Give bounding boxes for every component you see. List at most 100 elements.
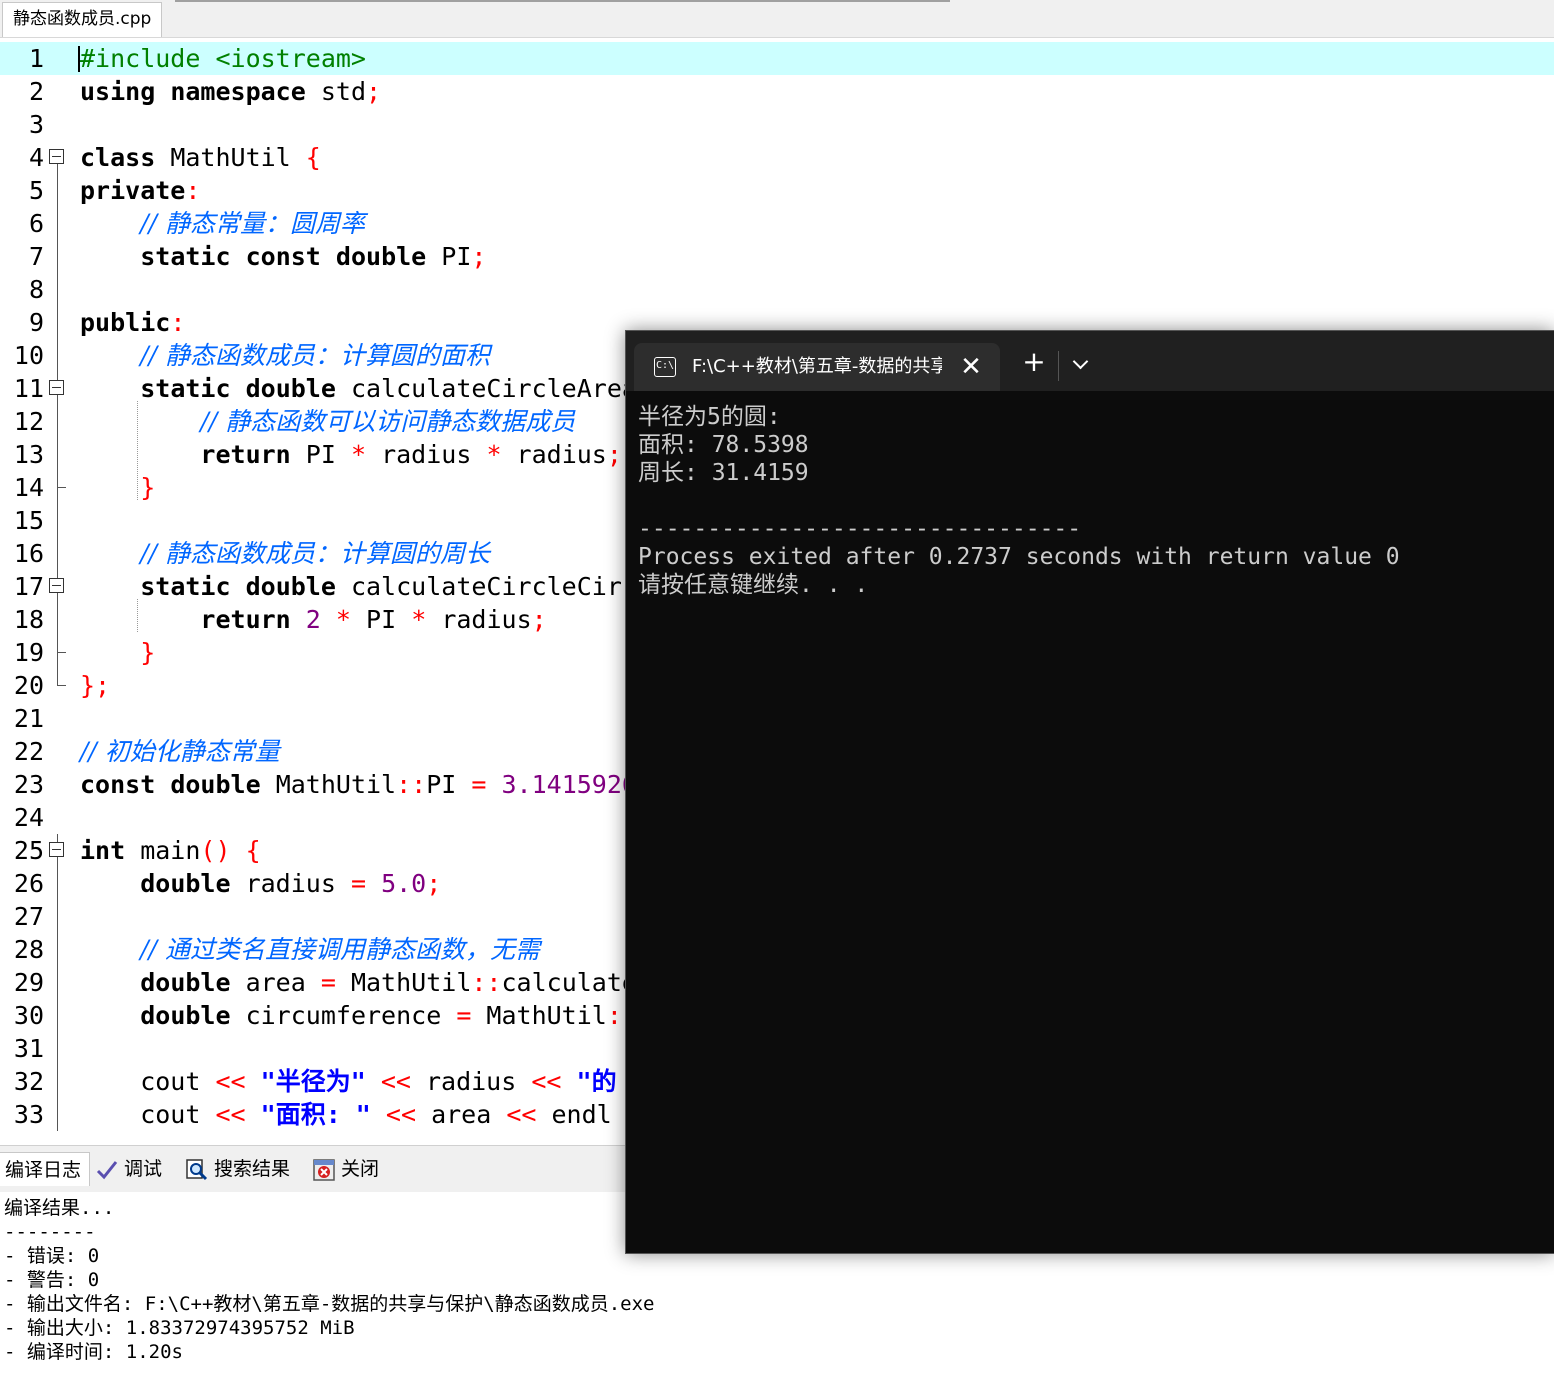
code-token: const [80,770,156,799]
code-token: 5.0 [381,869,427,898]
code-token: << [531,1067,562,1096]
code-token: :: [471,968,502,997]
fold-gutter [48,108,68,141]
code-token: MathUtil [335,968,472,997]
code-token: return [200,605,291,634]
file-tab[interactable]: 静态函数成员.cpp [2,2,163,37]
tab-search-results[interactable]: 搜索结果 [178,1152,298,1186]
line-number: 16 [13,539,44,568]
code-token: using [80,77,156,106]
fold-gutter [48,834,68,867]
fold-gutter [48,471,68,504]
chevron-down-icon[interactable] [1064,345,1098,381]
fold-gutter [48,1065,68,1098]
new-tab-button[interactable]: + [1016,345,1052,381]
line-number: 7 [28,242,44,271]
code-text: // 通过类名直接调用静态函数，无需 [80,933,540,966]
code-line[interactable]: 8 [0,273,1554,306]
code-line[interactable]: 1 #include <iostream> [0,42,1554,75]
code-token: double [170,770,261,799]
code-token: const [245,242,321,271]
code-text: cout << "半径为" << radius << "的 [80,1065,616,1098]
fold-gutter [48,801,68,834]
tab-bar-border [175,0,950,2]
code-line[interactable]: 5 private: [0,174,1554,207]
code-token: int [80,836,126,865]
code-token: ; [471,242,487,271]
fold-toggle-icon[interactable] [49,380,64,395]
console-window[interactable]: C:\ F:\C++教材\第五章-数据的共享 ✕ + 半径为5的圆: 面积: 78… [625,330,1554,1254]
line-number: 23 [13,770,44,799]
line-number: 12 [13,407,44,436]
console-output: 半径为5的圆: 面积: 78.5398 周长: 31.4159 -----------… [626,391,1554,1253]
fold-gutter [48,438,68,471]
code-token: double [335,242,427,271]
line-number: 18 [13,605,44,634]
code-token: static [140,374,231,403]
code-token: // 通过类名直接调用静态函数，无需 [140,935,541,964]
fold-gutter [48,504,68,537]
close-window-icon [313,1158,335,1181]
fold-gutter [48,1032,68,1065]
code-token: cout [80,1100,216,1129]
fold-toggle-icon[interactable] [49,842,64,857]
search-icon [186,1158,208,1181]
tab-close[interactable]: 关闭 [305,1152,387,1186]
code-token: return [200,440,291,469]
code-token: = [350,869,367,898]
titlebar-separator [1058,351,1059,381]
code-line[interactable]: 6 // 静态常量：圆周率 [0,207,1554,240]
line-number: 27 [13,902,44,931]
code-token: * [486,440,502,469]
code-text: // 静态函数可以访问静态数据成员 [80,405,575,438]
code-line[interactable]: 3 [0,108,1554,141]
code-token: : [185,176,201,205]
fold-toggle-icon[interactable] [49,149,64,164]
fold-gutter [48,702,68,735]
code-text: #include <iostream> [80,42,366,75]
code-text: public: [80,306,185,339]
fold-gutter [48,240,68,273]
line-number: 19 [13,638,44,667]
code-token: endl [536,1100,612,1129]
console-tab-close-button[interactable]: ✕ [954,350,988,384]
code-text: // 静态函数成员：计算圆的面积 [80,339,490,372]
code-text: return 2 * PI * radius; [80,603,546,636]
code-token: << [380,1067,411,1096]
fold-gutter [48,636,68,669]
code-token: << [215,1067,246,1096]
code-token: * [350,440,367,469]
code-token: 2 [305,605,321,634]
line-number: 10 [13,341,44,370]
code-text: static const double PI; [80,240,486,273]
code-token: public [80,308,171,337]
code-line[interactable]: 7 static const double PI; [0,240,1554,273]
tab-debug[interactable]: 调试 [88,1152,170,1186]
code-text: // 初始化静态常量 [80,735,280,768]
line-number: 20 [13,671,44,700]
code-token: { [305,143,321,172]
fold-toggle-icon[interactable] [49,578,64,593]
code-token: std [305,77,367,106]
console-tab[interactable]: C:\ F:\C++教材\第五章-数据的共享 ✕ [634,343,1000,391]
tab-compile-log[interactable]: 编译日志 [0,1152,91,1186]
code-token: // 静态函数可以访问静态数据成员 [200,407,576,436]
terminal-icon: C:\ [654,357,676,377]
line-number: 5 [28,176,44,205]
code-token: double [140,1001,231,1030]
log-line: - 编译时间: 1.20s [4,1341,183,1363]
tab-close-label: 关闭 [341,1158,380,1180]
code-line[interactable]: 4 class MathUtil { [0,141,1554,174]
code-line[interactable]: 2 using namespace std; [0,75,1554,108]
